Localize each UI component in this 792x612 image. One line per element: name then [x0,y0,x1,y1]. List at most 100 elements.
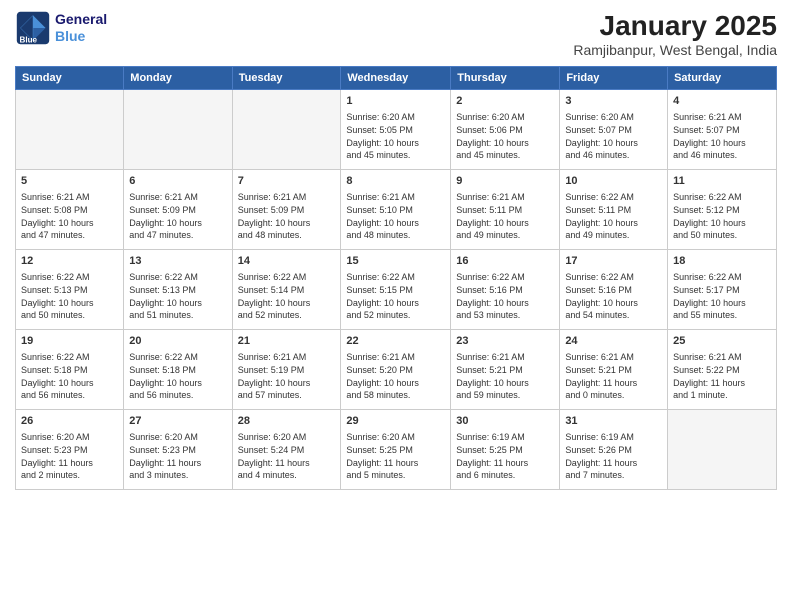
day-info: Sunrise: 6:21 AM Sunset: 5:08 PM Dayligh… [21,191,118,241]
day-number: 5 [21,174,118,189]
day-info: Sunrise: 6:21 AM Sunset: 5:19 PM Dayligh… [238,351,336,401]
location: Ramjibanpur, West Bengal, India [573,42,777,58]
day-cell-4: 4Sunrise: 6:21 AM Sunset: 5:07 PM Daylig… [668,90,777,170]
day-number: 1 [346,94,445,109]
day-number: 8 [346,174,445,189]
logo: Blue General Blue [15,10,107,46]
weekday-header-wednesday: Wednesday [341,67,451,90]
day-cell-14: 14 Sunrise: 6:22 AM Sunset: 5:14 PM Dayli… [232,250,341,330]
day-info: Sunrise: 6:21 AM Sunset: 5:20 PM Dayligh… [346,351,445,401]
day-cell-18: 18 Sunrise: 6:22 AM Sunset: 5:17 PM Dayli… [668,250,777,330]
day-number: 17 [565,254,662,269]
empty-cell [668,410,777,490]
day-cell-28: 28 Sunrise: 6:20 AM Sunset: 5:24 PM Dayli… [232,410,341,490]
day-cell-21: 21 Sunrise: 6:21 AM Sunset: 5:19 PM Dayli… [232,330,341,410]
logo-line1: General [55,11,107,28]
day-cell-27: 27Sunrise: 6:20 AM Sunset: 5:23 PM Dayli… [124,410,232,490]
week-row-5: 26Sunrise: 6:20 AM Sunset: 5:23 PM Dayli… [16,410,777,490]
month-title: January 2025 [573,10,777,42]
day-info: Sunrise: 6:20 AM Sunset: 5:05 PM Dayligh… [346,111,445,161]
day-number: 29 [346,414,445,429]
day-number: 22 [346,334,445,349]
day-number: 6 [129,174,226,189]
day-cell-25: 25 Sunrise: 6:21 AM Sunset: 5:22 PM Dayli… [668,330,777,410]
day-cell-3: 3 Sunrise: 6:20 AM Sunset: 5:07 PM Daylig… [560,90,668,170]
weekday-header-saturday: Saturday [668,67,777,90]
day-info: Sunrise: 6:21 AM Sunset: 5:22 PM Dayligh… [673,351,771,401]
empty-cell [16,90,124,170]
day-cell-9: 9Sunrise: 6:21 AM Sunset: 5:11 PM Daylig… [451,170,560,250]
day-info: Sunrise: 6:19 AM Sunset: 5:26 PM Dayligh… [565,431,662,481]
day-number: 31 [565,414,662,429]
calendar-table: SundayMondayTuesdayWednesdayThursdayFrid… [15,66,777,490]
day-info: Sunrise: 6:22 AM Sunset: 5:17 PM Dayligh… [673,271,771,321]
day-cell-19: 19 Sunrise: 6:22 AM Sunset: 5:18 PM Dayli… [16,330,124,410]
day-number: 13 [129,254,226,269]
day-info: Sunrise: 6:22 AM Sunset: 5:15 PM Dayligh… [346,271,445,321]
logo-line2: Blue [55,28,107,45]
day-cell-5: 5 Sunrise: 6:21 AM Sunset: 5:08 PM Daylig… [16,170,124,250]
day-cell-17: 17 Sunrise: 6:22 AM Sunset: 5:16 PM Dayli… [560,250,668,330]
day-number: 11 [673,174,771,189]
day-number: 19 [21,334,118,349]
day-number: 14 [238,254,336,269]
day-cell-12: 12 Sunrise: 6:22 AM Sunset: 5:13 PM Dayli… [16,250,124,330]
page: Blue General Blue January 2025 Ramjibanp… [0,0,792,612]
day-cell-26: 26Sunrise: 6:20 AM Sunset: 5:23 PM Dayli… [16,410,124,490]
week-row-2: 5 Sunrise: 6:21 AM Sunset: 5:08 PM Daylig… [16,170,777,250]
day-info: Sunrise: 6:21 AM Sunset: 5:09 PM Dayligh… [129,191,226,241]
week-row-4: 19 Sunrise: 6:22 AM Sunset: 5:18 PM Dayli… [16,330,777,410]
day-cell-29: 29 Sunrise: 6:20 AM Sunset: 5:25 PM Dayli… [341,410,451,490]
day-info: Sunrise: 6:22 AM Sunset: 5:13 PM Dayligh… [21,271,118,321]
day-info: Sunrise: 6:20 AM Sunset: 5:06 PM Dayligh… [456,111,554,161]
day-cell-8: 8 Sunrise: 6:21 AM Sunset: 5:10 PM Daylig… [341,170,451,250]
day-info: Sunrise: 6:20 AM Sunset: 5:23 PM Dayligh… [21,431,118,481]
day-info: Sunrise: 6:21 AM Sunset: 5:21 PM Dayligh… [565,351,662,401]
day-cell-1: 1 Sunrise: 6:20 AM Sunset: 5:05 PM Daylig… [341,90,451,170]
day-info: Sunrise: 6:21 AM Sunset: 5:11 PM Dayligh… [456,191,554,241]
day-info: Sunrise: 6:21 AM Sunset: 5:09 PM Dayligh… [238,191,336,241]
day-info: Sunrise: 6:22 AM Sunset: 5:12 PM Dayligh… [673,191,771,241]
day-cell-15: 15Sunrise: 6:22 AM Sunset: 5:15 PM Dayli… [341,250,451,330]
day-info: Sunrise: 6:22 AM Sunset: 5:13 PM Dayligh… [129,271,226,321]
day-number: 10 [565,174,662,189]
logo-text: General Blue [55,11,107,45]
day-number: 3 [565,94,662,109]
day-info: Sunrise: 6:22 AM Sunset: 5:11 PM Dayligh… [565,191,662,241]
week-row-3: 12 Sunrise: 6:22 AM Sunset: 5:13 PM Dayli… [16,250,777,330]
day-number: 24 [565,334,662,349]
day-number: 18 [673,254,771,269]
day-info: Sunrise: 6:20 AM Sunset: 5:07 PM Dayligh… [565,111,662,161]
day-info: Sunrise: 6:22 AM Sunset: 5:18 PM Dayligh… [21,351,118,401]
day-cell-22: 22 Sunrise: 6:21 AM Sunset: 5:20 PM Dayli… [341,330,451,410]
day-cell-16: 16Sunrise: 6:22 AM Sunset: 5:16 PM Dayli… [451,250,560,330]
day-number: 25 [673,334,771,349]
day-cell-23: 23Sunrise: 6:21 AM Sunset: 5:21 PM Dayli… [451,330,560,410]
weekday-header-row: SundayMondayTuesdayWednesdayThursdayFrid… [16,67,777,90]
day-info: Sunrise: 6:22 AM Sunset: 5:16 PM Dayligh… [565,271,662,321]
weekday-header-tuesday: Tuesday [232,67,341,90]
day-number: 12 [21,254,118,269]
title-section: January 2025 Ramjibanpur, West Bengal, I… [573,10,777,58]
day-cell-20: 20 Sunrise: 6:22 AM Sunset: 5:18 PM Dayli… [124,330,232,410]
day-number: 23 [456,334,554,349]
weekday-header-sunday: Sunday [16,67,124,90]
logo-icon: Blue [15,10,51,46]
day-info: Sunrise: 6:20 AM Sunset: 5:25 PM Dayligh… [346,431,445,481]
day-cell-13: 13 Sunrise: 6:22 AM Sunset: 5:13 PM Dayli… [124,250,232,330]
day-number: 7 [238,174,336,189]
day-number: 21 [238,334,336,349]
day-number: 20 [129,334,226,349]
day-info: Sunrise: 6:21 AM Sunset: 5:10 PM Dayligh… [346,191,445,241]
header: Blue General Blue January 2025 Ramjibanp… [15,10,777,58]
weekday-header-thursday: Thursday [451,67,560,90]
day-cell-2: 2Sunrise: 6:20 AM Sunset: 5:06 PM Daylig… [451,90,560,170]
weekday-header-monday: Monday [124,67,232,90]
day-number: 28 [238,414,336,429]
day-info: Sunrise: 6:20 AM Sunset: 5:24 PM Dayligh… [238,431,336,481]
day-info: Sunrise: 6:22 AM Sunset: 5:14 PM Dayligh… [238,271,336,321]
empty-cell [232,90,341,170]
day-info: Sunrise: 6:22 AM Sunset: 5:18 PM Dayligh… [129,351,226,401]
day-info: Sunrise: 6:22 AM Sunset: 5:16 PM Dayligh… [456,271,554,321]
day-cell-31: 31 Sunrise: 6:19 AM Sunset: 5:26 PM Dayli… [560,410,668,490]
